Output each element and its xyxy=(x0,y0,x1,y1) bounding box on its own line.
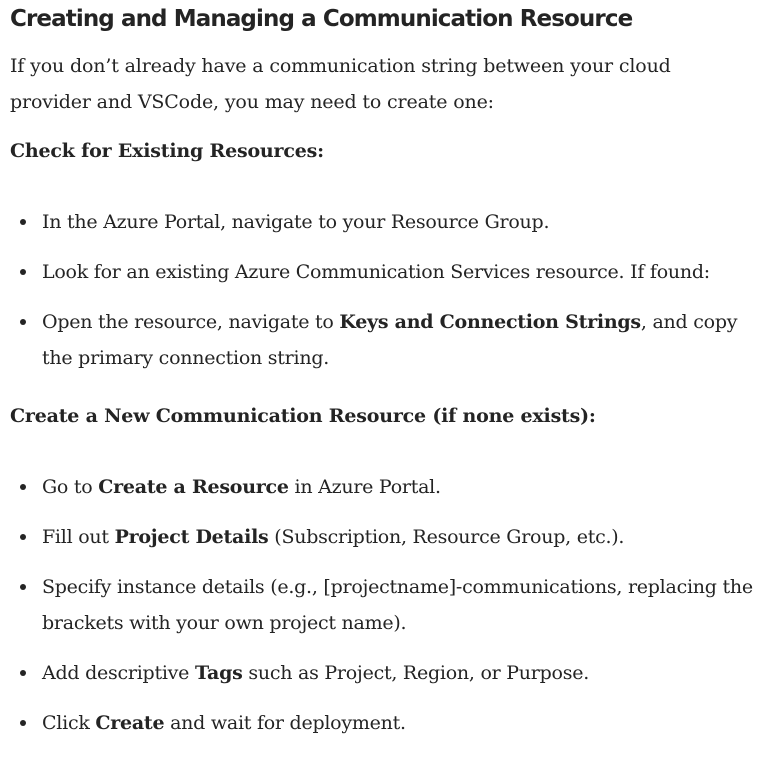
list-item-bold-text: Tags xyxy=(194,662,243,684)
list-item-text: Add descriptive xyxy=(42,662,195,684)
list-item-bold-text: Keys and Connection Strings xyxy=(339,311,641,333)
bullet-icon xyxy=(20,670,26,676)
list-item-bold-text: Create a Resource xyxy=(98,476,289,498)
list-item: Specify instance details (e.g., [project… xyxy=(10,569,758,641)
list-item-text: In the Azure Portal, navigate to your Re… xyxy=(42,211,550,233)
subheading-create-new: Create a New Communication Resource (if … xyxy=(10,405,596,427)
bullet-icon xyxy=(20,720,26,726)
list-item-text: Go to xyxy=(42,476,99,498)
list-item-bold-text: Project Details xyxy=(114,526,269,548)
list-item-text: in Azure Portal. xyxy=(288,476,441,498)
subheading-check-existing: Check for Existing Resources: xyxy=(10,140,324,162)
list-item-text: Specify instance details (e.g., [project… xyxy=(42,576,753,634)
list-item: Fill out Project Details (Subscription, … xyxy=(10,519,758,555)
section-heading: Creating and Managing a Communication Re… xyxy=(10,6,633,32)
bullet-icon xyxy=(20,534,26,540)
list-item: Add descriptive Tags such as Project, Re… xyxy=(10,655,758,691)
list-item-bold-text: Create xyxy=(95,712,165,734)
create-new-list: Go to Create a Resource in Azure Portal.… xyxy=(10,469,760,741)
intro-paragraph: If you don’t already have a communicatio… xyxy=(10,55,671,113)
list-item-text: Open the resource, navigate to xyxy=(42,311,340,333)
list-item-text: Click xyxy=(42,712,96,734)
bullet-icon xyxy=(20,219,26,225)
list-item: Go to Create a Resource in Azure Portal. xyxy=(10,469,758,505)
bullet-icon xyxy=(20,584,26,590)
article-section: Creating and Managing a Communication Re… xyxy=(10,0,760,755)
list-item-text: such as Project, Region, or Purpose. xyxy=(242,662,590,684)
list-item-text: Fill out xyxy=(42,526,115,548)
list-item: Look for an existing Azure Communication… xyxy=(10,254,758,290)
list-item: Click Create and wait for deployment. xyxy=(10,705,758,741)
list-item: Open the resource, navigate to Keys and … xyxy=(10,304,758,376)
list-item-text: and wait for deployment. xyxy=(164,712,406,734)
list-item-text: Look for an existing Azure Communication… xyxy=(42,261,710,283)
bullet-icon xyxy=(20,319,26,325)
list-item: In the Azure Portal, navigate to your Re… xyxy=(10,204,758,240)
bullet-icon xyxy=(20,484,26,490)
bullet-icon xyxy=(20,269,26,275)
check-existing-list: In the Azure Portal, navigate to your Re… xyxy=(10,204,760,376)
list-item-text: (Subscription, Resource Group, etc.). xyxy=(268,526,625,548)
